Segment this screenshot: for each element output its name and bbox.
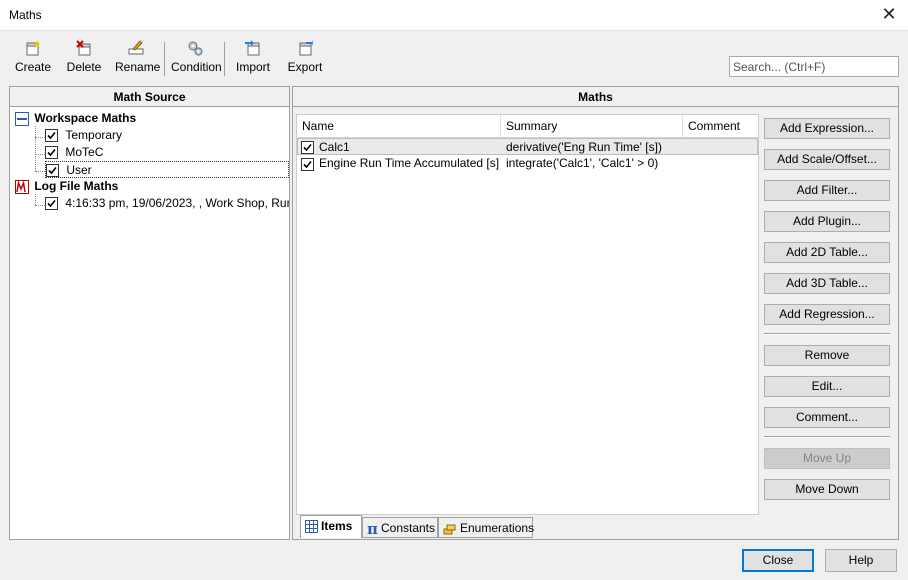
check-icon	[47, 200, 56, 208]
tree-item-logfile[interactable]: 4:16:33 pm, 19/06/2023, , Work Shop, Run…	[45, 195, 289, 212]
logfile-label: 4:16:33 pm, 19/06/2023, , Work Shop, Run…	[65, 196, 289, 210]
remove-button[interactable]: Remove	[764, 345, 890, 366]
row-summary: derivative('Eng Run Time' [s])	[506, 140, 662, 154]
toolbar-separator	[224, 42, 225, 76]
maths-items-grid: Name Summary Comment Calc1 derivative('E…	[296, 114, 759, 515]
tree-connector	[35, 154, 45, 155]
math-source-header: Math Source	[10, 87, 289, 107]
logfile-checkbox[interactable]	[45, 197, 58, 211]
condition-label: Condition	[171, 60, 222, 74]
export-label: Export	[287, 60, 323, 74]
motec-checkbox[interactable]	[45, 146, 58, 160]
import-label: Import	[235, 60, 270, 74]
create-label: Create	[14, 60, 52, 74]
tab-constants[interactable]: π Constants	[362, 517, 438, 538]
grid-header: Name Summary Comment	[297, 115, 758, 138]
row-summary: integrate('Calc1', 'Calc1' > 0)	[506, 156, 659, 170]
toolbar-separator	[164, 42, 165, 76]
check-icon	[303, 144, 312, 152]
import-button[interactable]: Import	[235, 40, 271, 80]
export-icon	[299, 40, 313, 56]
rename-button[interactable]: Rename	[115, 40, 161, 80]
add-scale-offset-button[interactable]: Add Scale/Offset...	[764, 149, 890, 170]
export-button[interactable]: Export	[287, 40, 323, 80]
create-icon	[26, 40, 41, 56]
motec-label: MoTeC	[65, 145, 104, 159]
add-2d-table-button[interactable]: Add 2D Table...	[764, 242, 890, 263]
actions-separator	[764, 436, 890, 438]
workspace-folder-icon	[15, 111, 29, 126]
rename-icon	[128, 40, 144, 55]
condition-gear-icon	[188, 41, 203, 56]
check-icon	[48, 167, 57, 175]
title-bar: Maths ✕	[0, 0, 908, 31]
check-icon	[47, 149, 56, 157]
math-source-panel: Math Source Workspace Maths Temporary Mo…	[9, 86, 290, 540]
user-label: User	[66, 163, 92, 177]
delete-label: Delete	[66, 60, 102, 74]
tab-enumerations-label: Enumerations	[460, 521, 535, 535]
maths-header: Maths	[293, 87, 898, 107]
row-name: Engine Run Time Accumulated [s]	[319, 156, 499, 170]
table-row[interactable]: Engine Run Time Accumulated [s] integrat…	[297, 155, 758, 172]
tab-enumerations[interactable]: Enumerations	[438, 517, 535, 538]
move-up-button[interactable]: Move Up	[764, 448, 890, 469]
tree-folder-workspace[interactable]: Workspace Maths	[15, 110, 136, 127]
search-input[interactable]	[729, 56, 899, 77]
add-3d-table-button[interactable]: Add 3D Table...	[764, 273, 890, 294]
check-icon	[303, 161, 312, 169]
tree-item-temporary[interactable]: Temporary	[45, 127, 122, 144]
row-checkbox[interactable]	[301, 156, 314, 173]
import-icon	[245, 40, 260, 56]
column-header-comment[interactable]: Comment	[683, 115, 760, 138]
create-button[interactable]: Create	[14, 40, 52, 80]
tree-connector	[35, 171, 45, 172]
table-row[interactable]: Calc1 derivative('Eng Run Time' [s])	[297, 138, 758, 155]
tree-connector	[35, 126, 36, 171]
row-checkbox[interactable]	[301, 139, 314, 156]
add-filter-button[interactable]: Add Filter...	[764, 180, 890, 201]
temporary-checkbox[interactable]	[45, 129, 58, 143]
window-title: Maths	[9, 8, 42, 22]
enumerations-icon	[443, 524, 456, 535]
delete-button[interactable]: Delete	[65, 40, 103, 80]
tab-items[interactable]: Items	[300, 515, 362, 538]
grid-table-icon	[305, 520, 318, 534]
column-header-summary[interactable]: Summary	[501, 115, 683, 138]
tree-connector	[35, 137, 45, 138]
actions-separator	[764, 333, 890, 335]
pi-icon: π	[367, 519, 378, 538]
workspace-folder-label: Workspace Maths	[34, 111, 137, 125]
check-icon	[47, 132, 56, 140]
add-regression-button[interactable]: Add Regression...	[764, 304, 890, 325]
delete-icon	[76, 40, 91, 56]
help-button[interactable]: Help	[825, 549, 897, 572]
log-file-maths-icon	[15, 179, 29, 194]
condition-button[interactable]: Condition	[171, 40, 222, 80]
rename-label: Rename	[115, 60, 161, 74]
tree-folder-logfile[interactable]: Log File Maths	[15, 178, 118, 195]
add-plugin-button[interactable]: Add Plugin...	[764, 211, 890, 232]
column-header-name[interactable]: Name	[297, 115, 501, 138]
close-window-icon[interactable]: ✕	[878, 4, 900, 26]
add-expression-button[interactable]: Add Expression...	[764, 118, 890, 139]
tab-constants-label: Constants	[380, 521, 436, 535]
close-button[interactable]: Close	[742, 549, 814, 572]
row-name: Calc1	[319, 140, 350, 154]
tree-connector	[35, 205, 45, 206]
user-checkbox[interactable]	[46, 164, 59, 178]
edit-button[interactable]: Edit...	[764, 376, 890, 397]
tab-items-label: Items	[321, 519, 353, 533]
move-down-button[interactable]: Move Down	[764, 479, 890, 500]
log-file-folder-label: Log File Maths	[34, 179, 119, 193]
comment-button[interactable]: Comment...	[764, 407, 890, 428]
tree-item-user[interactable]: User	[45, 161, 289, 178]
temporary-label: Temporary	[65, 128, 123, 142]
tree-item-motec[interactable]: MoTeC	[45, 144, 103, 161]
tree-connector	[35, 194, 36, 205]
